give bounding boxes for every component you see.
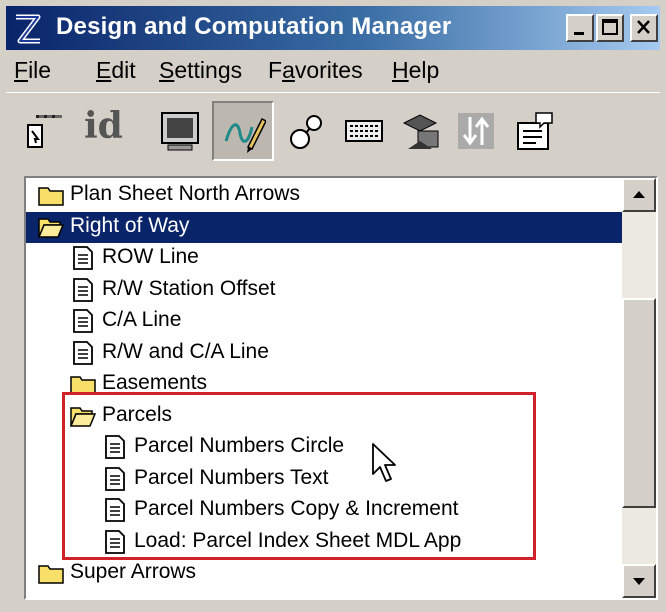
close-button[interactable] [630, 14, 658, 42]
properties-icon [517, 112, 553, 150]
vertical-scrollbar[interactable] [622, 178, 656, 598]
annotation-highlight-box [62, 392, 536, 560]
document-icon [70, 277, 96, 302]
id-icon: id [84, 105, 123, 147]
tree-item-label: Right of Way [70, 213, 190, 237]
maximize-icon [602, 19, 618, 35]
cells-tool-button[interactable] [278, 101, 340, 161]
id-tool-button[interactable]: id [78, 101, 140, 161]
tree-item-label: Super Arrows [70, 560, 197, 583]
key-tool-button[interactable] [14, 101, 76, 161]
cells-icon [290, 115, 322, 149]
tree-item-label: ROW Line [102, 245, 199, 268]
scroll-thumb[interactable] [622, 298, 656, 508]
arrow-down-icon [633, 578, 645, 585]
document-icon [70, 246, 96, 270]
database-icon [402, 114, 439, 149]
sort-tool-button[interactable] [446, 101, 508, 161]
arrow-up-icon [633, 191, 645, 198]
app-window: Design and Computation Manager File Edit… [0, 0, 666, 612]
menu-favorites[interactable]: Favorites [268, 57, 363, 84]
close-icon [637, 20, 650, 34]
menu-settings[interactable]: Settings [159, 57, 242, 84]
monitor-tool-button[interactable] [150, 101, 212, 161]
tree-item-r-w-and-c-a-line[interactable]: R/W and C/A Line [26, 338, 622, 369]
document-icon [70, 340, 96, 365]
window-title: Design and Computation Manager [56, 13, 452, 40]
document-icon [70, 309, 96, 333]
keyboard-tool-button[interactable] [334, 101, 396, 161]
tree-item-r-w-station-offset[interactable]: R/W Station Offset [26, 275, 622, 306]
scroll-up-button[interactable] [622, 178, 656, 212]
mouse-cursor-icon [372, 443, 396, 482]
menu-file[interactable]: File [14, 57, 51, 84]
tree-item-label: R/W and C/A Line [102, 339, 269, 363]
tree-item-label: C/A Line [102, 308, 182, 331]
sort-icon [458, 113, 494, 149]
maximize-button[interactable] [596, 14, 624, 42]
monitor-icon [161, 112, 199, 151]
tree-item-row-line[interactable]: ROW Line [26, 243, 622, 274]
properties-tool-button[interactable] [504, 101, 566, 161]
menu-edit[interactable]: Edit [96, 57, 136, 84]
folder-open-icon [37, 215, 65, 239]
design-tool-button[interactable] [212, 101, 274, 161]
tree-item-c-a-line[interactable]: C/A Line [26, 306, 622, 337]
scroll-down-button[interactable] [622, 564, 656, 598]
design-pencil-icon [224, 117, 266, 153]
key-icon [27, 115, 62, 148]
minimize-button[interactable] [566, 14, 594, 42]
toolbar: id [6, 92, 660, 169]
tree-item-label: R/W Station Offset [102, 276, 276, 300]
tree-item-label: Plan Sheet North Arrows [70, 182, 300, 205]
menu-help[interactable]: Help [392, 57, 439, 84]
menu-bar: File Edit Settings Favorites Help [6, 52, 660, 90]
title-bar[interactable]: Design and Computation Manager [6, 6, 660, 50]
app-logo-icon [16, 14, 41, 44]
minimize-icon [574, 32, 584, 35]
tree-item-super-arrows[interactable]: Super Arrows [26, 558, 622, 589]
folder-icon [38, 183, 64, 207]
keyboard-icon [345, 120, 383, 142]
tree-item-plan-sheet-north-arrows[interactable]: Plan Sheet North Arrows [26, 180, 622, 211]
tree-item-right-of-way[interactable]: Right of Way [26, 211, 622, 243]
database-tool-button[interactable] [390, 101, 452, 161]
folder-icon [38, 561, 64, 585]
